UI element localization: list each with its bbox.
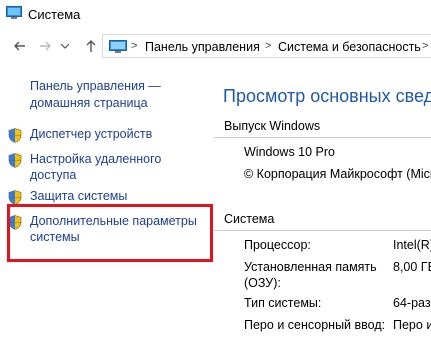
- title-bar: Система: [0, 0, 431, 30]
- uac-shield-icon: [8, 153, 22, 173]
- breadcrumb-system-security[interactable]: Система и безопасность: [278, 40, 421, 54]
- sidebar-item-label: Настройка удаленного доступа: [30, 152, 162, 182]
- memory-label: Установленная память (ОЗУ):: [244, 260, 377, 290]
- arrow-left-icon[interactable]: [12, 38, 28, 54]
- system-type-value: 64-разр: [393, 296, 431, 310]
- uac-shield-icon: [8, 128, 22, 148]
- sidebar-item-label: Диспетчер устройств: [30, 127, 153, 141]
- memory-value: 8,00 ГБ: [393, 260, 431, 274]
- pen-touch-value: Перо и: [393, 318, 431, 332]
- processor-label: Процессор:: [244, 238, 311, 252]
- sidebar-item-label: Защита системы: [30, 189, 128, 203]
- control-panel-home-link[interactable]: Панель управления — домашняя страница: [30, 78, 210, 112]
- system-type-label: Тип системы:: [244, 296, 322, 310]
- section-divider: [214, 137, 431, 138]
- section-header-edition: Выпуск Windows: [224, 119, 321, 133]
- main-content: Просмотр основных сведени Выпуск Windows…: [214, 62, 431, 351]
- system-monitor-icon: [6, 6, 22, 25]
- address-bar[interactable]: > Панель управления > Система и безопасн…: [102, 34, 431, 58]
- chevron-right-icon[interactable]: >: [265, 40, 271, 52]
- processor-value: Intel(R): [393, 238, 431, 252]
- page-title: Просмотр основных сведени: [223, 86, 431, 106]
- windows-edition: Windows 10 Pro: [244, 145, 336, 159]
- control-panel-icon: [109, 40, 127, 59]
- chevron-right-icon[interactable]: >: [131, 40, 137, 52]
- arrow-right-icon[interactable]: [37, 38, 53, 54]
- section-divider: [214, 230, 431, 231]
- arrow-up-icon[interactable]: [83, 38, 99, 54]
- pen-touch-label: Перо и сенсорный ввод:: [244, 318, 386, 332]
- navigation-bar: > Панель управления > Система и безопасн…: [0, 30, 431, 62]
- highlight-box: [7, 204, 213, 262]
- copyright-text: © Корпорация Майкрософт (Micr: [244, 167, 431, 181]
- breadcrumb-control-panel[interactable]: Панель управления: [145, 40, 260, 54]
- section-header-system: Система: [224, 212, 275, 226]
- chevron-down-icon[interactable]: [60, 38, 70, 54]
- window-title: Система: [28, 7, 81, 22]
- chevron-right-icon[interactable]: >: [422, 40, 428, 52]
